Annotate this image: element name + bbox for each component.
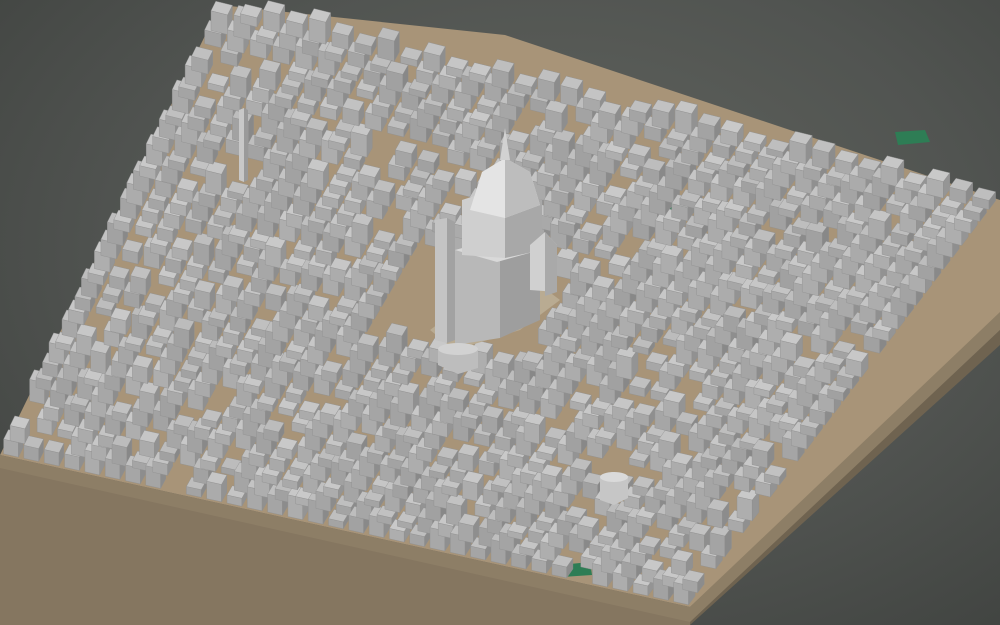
building-face	[76, 333, 92, 357]
building-face	[350, 131, 368, 158]
building-face	[658, 439, 675, 462]
building-face	[173, 326, 190, 350]
building-face	[229, 74, 247, 99]
building-face	[111, 443, 128, 467]
building-face	[709, 532, 726, 558]
building-face	[193, 241, 210, 267]
building-face	[458, 522, 474, 544]
building-face	[386, 332, 403, 356]
building-face	[139, 390, 155, 415]
building-face	[523, 421, 540, 445]
building-face	[674, 109, 692, 136]
building-face	[552, 137, 570, 164]
building-face	[397, 390, 414, 416]
building-face	[308, 17, 326, 45]
building-face	[90, 349, 107, 375]
city-model-scene[interactable]	[0, 0, 1000, 625]
3d-viewport[interactable]	[0, 0, 1000, 625]
building-face	[351, 221, 368, 246]
building-face	[205, 170, 222, 196]
building-face	[206, 480, 222, 503]
building-face	[616, 354, 632, 381]
building-face	[265, 244, 282, 269]
building-face	[736, 496, 753, 522]
building-face	[462, 479, 478, 502]
